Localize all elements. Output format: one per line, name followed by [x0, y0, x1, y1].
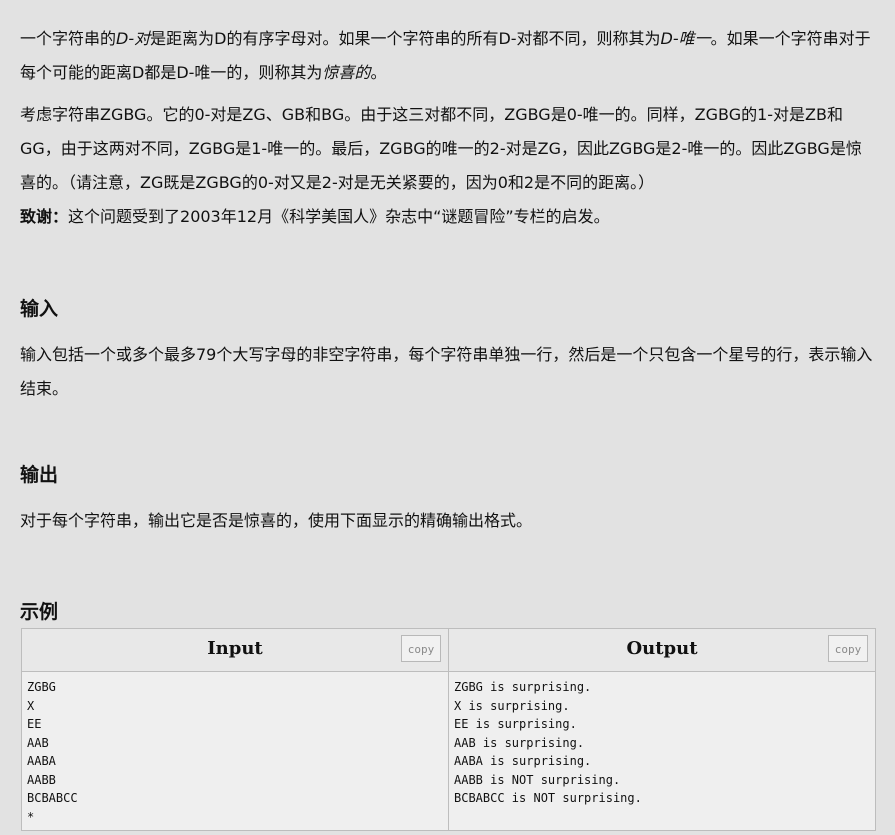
- sample-output-column: Output copy ZGBG is surprising. X is surp…: [448, 629, 875, 830]
- intro-term: 惊喜的: [322, 63, 371, 82]
- sample-input-line: X: [27, 698, 35, 713]
- sample-output-line: BCBABCC is NOT surprising.: [454, 791, 642, 805]
- output-description: 对于每个字符串，输出它是否是惊喜的，使用下面显示的精确输出格式。: [20, 511, 533, 530]
- output-section-title: 输出: [20, 464, 59, 486]
- sample-input-line: AABA: [27, 754, 56, 768]
- copy-input-button[interactable]: copy: [401, 635, 441, 662]
- intro-paragraph-example: 考虑字符串ZGBG。它的0-对是ZG、GB和BG。由于这三对都不同，ZGBG是0…: [20, 105, 862, 192]
- sample-output-line: X is surprising.: [454, 698, 570, 713]
- sample-io-table: Input copy ZGBG X EE AAB AABA AABB BCBABCC * Ou…: [21, 628, 876, 831]
- intro-paragraph-definition: 一个字符串的D-对是距离为D的有序字母对。如果一个字符串的所有D-对都不同，则称…: [20, 22, 875, 90]
- sample-output-title: Output: [626, 638, 698, 659]
- intro-text: 是距离为D的有序字母对。如果一个字符串的所有D-对都不同，则称其为: [150, 29, 661, 48]
- sample-output-line: EE is surprising.: [454, 717, 577, 731]
- sample-output-content[interactable]: ZGBG is surprising. X is surprising. EE is…: [449, 672, 875, 808]
- input-section-title: 输入: [20, 298, 59, 320]
- input-description: 输入包括一个或多个最多79个大写字母的非空字符串，每个字符串单独一行，然后是一个…: [20, 345, 873, 398]
- sample-input-line: EE: [27, 717, 42, 731]
- sample-output-line: AAB is surprising.: [454, 735, 585, 750]
- sample-input-line: BCBABCC: [27, 791, 78, 805]
- sample-output-line: ZGBG is surprising.: [454, 680, 592, 694]
- sample-output-header: Output copy: [449, 629, 875, 672]
- intro-term: D-对: [116, 29, 151, 48]
- sample-output-line: AABA is surprising.: [454, 754, 592, 768]
- example-section-title: 示例: [20, 601, 59, 623]
- intro-term: D-唯一: [660, 29, 711, 48]
- sample-input-header: Input copy: [22, 629, 448, 672]
- intro-text: 一个字符串的: [20, 29, 117, 48]
- credit-text: 这个问题受到了2003年12月《科学美国人》杂志中“谜题冒险”专栏的启发。: [68, 207, 610, 226]
- credit-paragraph: 致谢：这个问题受到了2003年12月《科学美国人》杂志中“谜题冒险”专栏的启发。: [20, 200, 875, 234]
- sample-output-line: AABB is NOT surprising.: [454, 772, 621, 787]
- copy-output-button[interactable]: copy: [828, 635, 868, 662]
- intro-text: 。: [370, 63, 387, 82]
- sample-input-line: AABB: [27, 772, 56, 787]
- sample-input-line: ZGBG: [27, 680, 56, 694]
- sample-input-column: Input copy ZGBG X EE AAB AABA AABB BCBABCC *: [22, 629, 448, 830]
- sample-input-line: *: [27, 809, 35, 824]
- credit-label: 致谢：: [20, 207, 69, 226]
- sample-input-content[interactable]: ZGBG X EE AAB AABA AABB BCBABCC *: [22, 672, 448, 826]
- sample-input-title: Input: [207, 638, 263, 659]
- sample-input-line: AAB: [27, 735, 49, 750]
